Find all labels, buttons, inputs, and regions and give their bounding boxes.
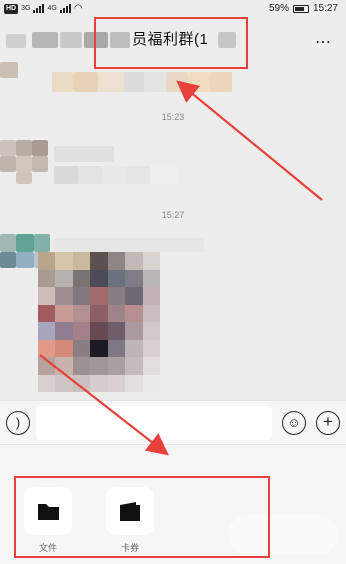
chat-screen: HD 3G 4G ◠ 59% 15:27 员福利群(1 ⋯ 15:23 15:2… <box>0 0 346 564</box>
arrow-to-title <box>176 80 323 201</box>
annotation-arrows <box>39 80 323 456</box>
arrow-to-tools <box>39 354 169 456</box>
